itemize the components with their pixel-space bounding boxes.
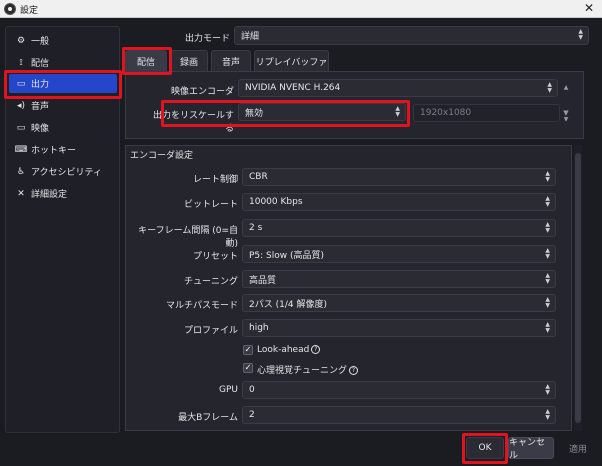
- display-icon: ▭: [16, 122, 26, 133]
- psychovisual-tuning-row: 心理視覚チューニング?: [257, 363, 359, 376]
- sidebar-item-advanced[interactable]: ✕ 詳細設定: [9, 184, 117, 203]
- settings-sidebar: ⚙ 一般 ⟟ 配信 ▭ 出力 ◂) 音声 ▭ 映像 ⌨ ホットキー ♿ アクセシ…: [5, 26, 120, 433]
- psychovisual-tuning-label: 心理視覚チューニング: [257, 366, 348, 376]
- sidebar-item-label: 配信: [31, 59, 50, 69]
- rate-control-value: CBR: [249, 172, 268, 182]
- sidebar-item-label: 映像: [31, 124, 50, 134]
- keyframe-interval-spinbox[interactable]: 2 s ▲ ▼: [242, 219, 556, 237]
- bitrate-spinbox[interactable]: 10000 Kbps ▲ ▼: [242, 193, 556, 211]
- sidebar-item-label: 音声: [31, 102, 50, 112]
- top-panel-scrollbar[interactable]: ▲ ▼: [562, 84, 570, 128]
- preset-select[interactable]: P5: Slow (高品質) ▲ ▼: [242, 245, 556, 263]
- keyframe-interval-value: 2 s: [249, 223, 263, 233]
- gear-icon: ⚙: [16, 35, 26, 46]
- rescale-resolution-field[interactable]: 1920x1080: [413, 104, 560, 122]
- bitrate-label: ビットレート: [183, 200, 238, 210]
- multipass-value: 2パス (1/4 解像度): [249, 299, 327, 310]
- bitrate-value: 10000 Kbps: [249, 197, 303, 207]
- speaker-icon: ◂): [16, 100, 26, 111]
- profile-label: プロファイル: [183, 326, 238, 336]
- rescale-output-select[interactable]: 無効 ▲ ▼: [238, 103, 406, 121]
- tuning-select[interactable]: 高品質 ▲ ▼: [242, 270, 556, 288]
- rescale-output-value: 無効: [245, 108, 264, 119]
- updown-icon: ▲ ▼: [547, 81, 552, 94]
- lookahead-row: Look-ahead?: [257, 345, 321, 355]
- multipass-label: マルチパスモード: [165, 301, 238, 311]
- sidebar-item-label: ホットキー: [31, 146, 77, 156]
- sidebar-item-general[interactable]: ⚙ 一般: [9, 31, 117, 50]
- tuning-label: チューニング: [183, 277, 238, 287]
- help-icon[interactable]: ?: [349, 366, 359, 375]
- sidebar-item-hotkeys[interactable]: ⌨ ホットキー: [9, 140, 117, 159]
- max-bframes-spinbox[interactable]: 2 ▲ ▼: [242, 406, 556, 424]
- updown-icon: ▲ ▼: [545, 296, 550, 309]
- video-encoder-label: 映像エンコーダ: [170, 87, 234, 97]
- sidebar-item-accessibility[interactable]: ♿ アクセシビリティ: [9, 162, 117, 181]
- video-encoder-select[interactable]: NVIDIA NVENC H.264 ▲ ▼: [238, 79, 558, 97]
- lookahead-checkbox[interactable]: ✓: [243, 345, 253, 355]
- sidebar-item-label: 一般: [31, 37, 50, 47]
- window-title: 設定: [20, 6, 39, 16]
- max-bframes-value: 2: [249, 410, 255, 420]
- sidebar-item-label: 出力: [31, 80, 50, 90]
- profile-value: high: [249, 323, 269, 333]
- updown-icon: ▲ ▼: [545, 272, 550, 285]
- cancel-button[interactable]: キャンセル: [508, 437, 554, 461]
- obs-logo-icon: [4, 3, 16, 15]
- encoder-settings-heading: エンコーダ設定: [130, 151, 194, 161]
- rate-control-select[interactable]: CBR ▲ ▼: [242, 168, 556, 186]
- antenna-icon: ⟟: [19, 57, 23, 68]
- help-icon[interactable]: ?: [311, 345, 321, 354]
- rate-control-label: レート制御: [192, 175, 238, 185]
- sidebar-item-label: アクセシビリティ: [31, 168, 103, 178]
- monitor-icon: ▭: [16, 78, 26, 89]
- updown-icon: ▲ ▼: [545, 383, 550, 396]
- updown-icon: ▲ ▼: [545, 408, 550, 421]
- output-mode-value: 詳細: [241, 32, 260, 42]
- close-icon[interactable]: ✕: [582, 1, 596, 15]
- updown-icon: ▲ ▼: [545, 170, 550, 183]
- video-encoder-value: NVIDIA NVENC H.264: [245, 83, 341, 93]
- keyframe-interval-label: キーフレーム間隔 (0=自動): [138, 226, 238, 249]
- ok-button[interactable]: OK: [466, 437, 504, 459]
- gpu-value: 0: [249, 385, 255, 395]
- output-mode-select[interactable]: 詳細 ▲ ▼: [234, 26, 589, 45]
- keyboard-icon: ⌨: [14, 144, 28, 155]
- tab-replay-buffer[interactable]: リプレイバッファ: [254, 50, 329, 71]
- tools-icon: ✕: [17, 188, 25, 199]
- tab-recording[interactable]: 録画: [170, 50, 208, 71]
- tab-audio[interactable]: 音声: [211, 50, 251, 71]
- updown-icon: ▲ ▼: [545, 321, 550, 334]
- accessibility-icon: ♿: [16, 166, 26, 177]
- updown-icon: ▲ ▼: [545, 195, 550, 208]
- preset-label: プリセット: [192, 252, 238, 262]
- lookahead-label: Look-ahead: [257, 345, 310, 355]
- gpu-spinbox[interactable]: 0 ▲ ▼: [242, 381, 556, 399]
- sidebar-item-audio[interactable]: ◂) 音声: [9, 96, 117, 115]
- max-bframes-label: 最大Bフレーム: [178, 413, 238, 423]
- rescale-output-label: 出力をリスケールする: [152, 111, 234, 134]
- title-bar: 設定 ✕: [0, 0, 602, 18]
- apply-button[interactable]: 適用: [560, 437, 596, 459]
- updown-icon: ▲ ▼: [578, 28, 583, 41]
- profile-select[interactable]: high ▲ ▼: [242, 319, 556, 337]
- sidebar-item-label: 詳細設定: [31, 190, 68, 200]
- encoder-scrollbar-thumb[interactable]: [575, 153, 581, 423]
- preset-value: P5: Slow (高品質): [249, 250, 325, 261]
- gpu-label: GPU: [219, 385, 238, 395]
- sidebar-item-video[interactable]: ▭ 映像: [9, 118, 117, 137]
- updown-icon: ▲ ▼: [545, 221, 550, 234]
- updown-icon: ▲ ▼: [545, 247, 550, 260]
- sidebar-item-stream[interactable]: ⟟ 配信: [9, 53, 117, 72]
- tuning-value: 高品質: [249, 275, 277, 286]
- multipass-select[interactable]: 2パス (1/4 解像度) ▲ ▼: [242, 294, 556, 312]
- output-mode-label: 出力モード: [185, 34, 231, 44]
- tab-stream[interactable]: 配信: [125, 50, 167, 71]
- updown-icon: ▲ ▼: [395, 105, 400, 118]
- sidebar-item-output[interactable]: ▭ 出力: [9, 74, 117, 93]
- psychovisual-tuning-checkbox[interactable]: ✓: [243, 363, 253, 373]
